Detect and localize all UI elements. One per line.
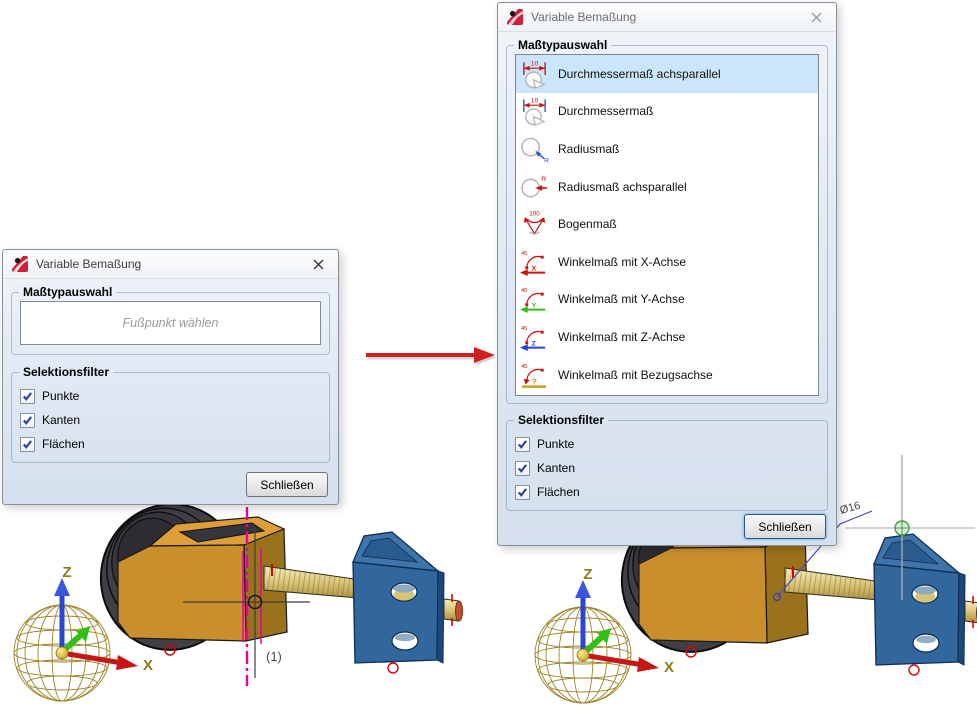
list-item-durchmessermass[interactable]: 10 Durchmessermaß [516,93,818,131]
checkbox-kanten[interactable]: Kanten [515,460,819,476]
checkbox-box[interactable] [20,436,35,452]
dimension-type-listbox[interactable]: 10 Durchmessermaß achsparallel 10 Durchm… [515,54,819,396]
checkbox-flaechen[interactable]: Flächen [515,484,819,500]
checkbox-box[interactable] [515,436,530,452]
origin-marker [387,662,399,674]
app-icon [507,9,523,25]
diameter-dim-axisparallel-icon: 10 [523,60,546,89]
checkbox-flaechen[interactable]: Flächen [20,436,321,452]
z-axis-label: Z [62,564,71,581]
list-item-winkelmass-bezugsachse[interactable]: 45 ? Winkelmaß mit Bezugsachse [516,356,818,394]
check-icon [518,463,528,473]
svg-text:10: 10 [531,98,539,105]
check-icon [518,439,528,449]
dimension-label: Ø16 [839,500,862,517]
list-item-radiusmass[interactable]: R Radiusmaß [516,130,818,168]
checkbox-box[interactable] [20,388,35,404]
checkbox-box[interactable] [515,484,530,500]
svg-text:45: 45 [521,364,527,370]
checkbox-kanten[interactable]: Kanten [20,412,321,428]
titlebar[interactable]: Variable Bemaßung [498,3,836,32]
check-icon [23,391,33,401]
diameter-dim-icon: 10 [523,98,546,127]
svg-text:45: 45 [521,326,527,332]
close-button[interactable] [307,253,329,275]
group-selektionsfilter: Selektionsfilter Punkte Kanten Flächen [506,413,828,511]
list-item-winkelmass-y-achse[interactable]: 45 Y Winkelmaß mit Y-Achse [516,281,818,319]
svg-text:R: R [541,176,546,183]
radius-dim-icon: R [521,137,549,165]
svg-text:100: 100 [529,210,540,217]
list-item-radiusmass-achsparallel[interactable]: R Radiusmaß achsparallel [516,168,818,206]
close-icon [811,12,821,22]
svg-text:R: R [544,158,549,165]
dialog-variable-bemassung-expanded: Variable Bemaßung Maßtypauswahl 10 Durch… [497,2,837,546]
svg-text:45: 45 [521,289,527,295]
bolt-tip[interactable] [443,594,463,626]
check-icon [518,487,528,497]
schliessen-button[interactable]: Schließen [744,514,826,539]
svg-text:Z: Z [532,341,536,348]
x-axis-label: X [143,657,153,674]
list-item-bogenmass[interactable]: 100 Bogenmaß [516,205,818,243]
group-label: Selektionsfilter [518,413,605,427]
flow-arrow [366,347,497,366]
close-button[interactable] [805,6,827,28]
svg-text:X: X [532,265,537,272]
radius-dim-axisparallel-icon: R [521,176,548,197]
svg-text:?: ? [532,376,537,386]
schliessen-button[interactable]: Schließen [246,472,328,497]
angle-dim-z-axis-icon: 45 Z [520,326,546,351]
list-item-durchmessermass-achsparallel[interactable]: 10 Durchmessermaß achsparallel [516,55,818,93]
check-icon [23,415,33,425]
point-annotation: (1) [266,649,282,664]
angle-dim-x-axis-icon: 45 X [520,251,546,276]
group-selektionsfilter: Selektionsfilter Punkte Kanten Flächen [11,365,330,463]
angle-dim-reference-axis-icon: 45 ? [521,364,547,388]
checkbox-box[interactable] [20,412,35,428]
svg-text:10: 10 [531,60,539,67]
group-label: Maßtypauswahl [518,38,608,52]
svg-text:45: 45 [521,251,527,257]
checkbox-box[interactable] [515,460,530,476]
app-icon [12,256,28,272]
dialog-variable-bemassung-initial: Variable Bemaßung Maßtypauswahl Fußpunkt… [2,249,339,505]
svg-text:Y: Y [532,303,537,310]
check-icon [23,439,33,449]
dimension-type-listbox[interactable]: Fußpunkt wählen [20,301,321,345]
group-masstypauswahl: Maßtypauswahl 10 Durchmessermaß achspara… [506,38,828,404]
listbox-placeholder: Fußpunkt wählen [122,316,219,330]
viewport: Z X (1) Ø16 Variable Bemaßung Maßtypausw… [0,0,977,705]
group-label: Maßtypauswahl [23,285,113,299]
angle-bracket[interactable] [352,531,445,664]
dialog-title: Variable Bemaßung [531,10,637,24]
arc-dim-icon: 100 [523,210,546,235]
list-item-winkelmass-x-achse[interactable]: 45 X Winkelmaß mit X-Achse [516,243,818,281]
close-icon [313,259,323,269]
group-masstypauswahl: Maßtypauswahl Fußpunkt wählen [11,285,330,355]
titlebar[interactable]: Variable Bemaßung [3,250,338,279]
list-item-winkelmass-z-achse[interactable]: 45 Z Winkelmaß mit Z-Achse [516,318,818,356]
group-label: Selektionsfilter [23,365,110,379]
angle-dim-y-axis-icon: 45 Y [520,289,546,314]
checkbox-punkte[interactable]: Punkte [515,436,819,452]
dialog-title: Variable Bemaßung [36,257,142,271]
checkbox-punkte[interactable]: Punkte [20,388,321,404]
